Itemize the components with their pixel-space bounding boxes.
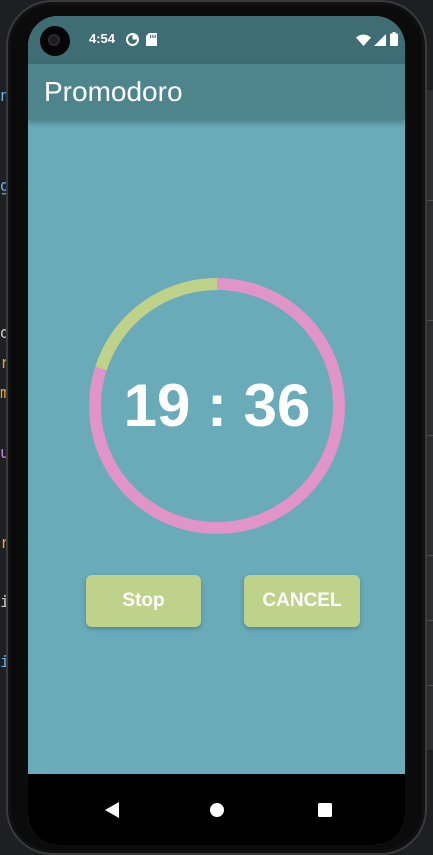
device-screen: 4:54 Promodoro 19: 36 Stop CANCEL xyxy=(28,16,405,845)
back-icon[interactable] xyxy=(105,802,119,823)
signal-icon xyxy=(374,33,386,51)
phone-frame: 4:54 Promodoro 19: 36 Stop CANCEL xyxy=(6,0,427,855)
wifi-icon xyxy=(356,33,371,51)
status-time: 4:54 xyxy=(89,31,116,46)
dnd-icon xyxy=(126,33,139,51)
front-camera xyxy=(40,26,70,56)
cancel-button[interactable]: CANCEL xyxy=(244,575,360,627)
ide-right-gutter xyxy=(427,90,433,750)
status-bar: 4:54 xyxy=(28,16,405,64)
timer-display: 19 : 36 xyxy=(123,372,311,439)
battery-icon xyxy=(390,32,398,51)
recents-icon[interactable] xyxy=(318,803,332,822)
stop-button[interactable]: Stop xyxy=(86,575,201,627)
app-title: Promodoro xyxy=(44,76,183,107)
sd-card-icon xyxy=(146,33,157,51)
system-nav-bar xyxy=(28,774,405,845)
app-bar: Promodoro xyxy=(28,64,405,120)
home-icon[interactable] xyxy=(210,803,224,822)
